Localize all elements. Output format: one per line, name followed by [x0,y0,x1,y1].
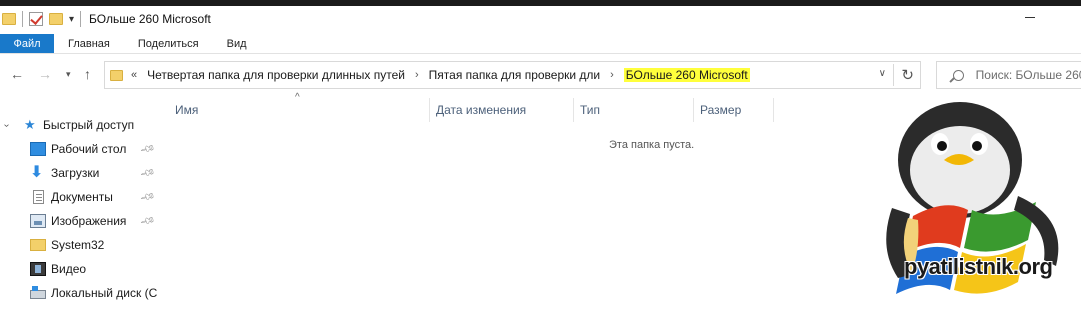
expand-chevron-icon[interactable]: › [1,123,12,126]
title-bar: ▾ БОльше 260 Microsoft [0,0,1081,34]
star-icon: ★ [24,117,36,132]
tab-view[interactable]: Вид [213,34,261,53]
sidebar-item-label: Быстрый доступ [43,118,135,132]
breadcrumb-item[interactable]: Четвертая папка для проверки длинных пут… [147,68,405,82]
refresh-icon[interactable]: ↻ [901,66,914,84]
desktop-icon [30,142,46,156]
sidebar-item-pictures[interactable]: Изображения 📌︎ [0,209,160,233]
sidebar-item-label: Локальный диск (C [51,286,158,300]
up-arrow-icon[interactable]: ↑ [84,66,91,82]
watermark-text: pyatilistnik.org [904,254,1053,279]
search-icon [953,69,964,81]
sidebar-item-label: Документы [51,190,113,204]
search-input[interactable]: Поиск: БОльше 260 [976,68,1081,82]
customize-toolbar-chevron-icon[interactable]: ▾ [69,14,74,25]
sidebar-item-label: Рабочий стол [51,142,127,156]
forward-arrow-icon[interactable]: → [38,66,52,82]
address-bar[interactable]: « Четвертая папка для проверки длинных п… [104,61,921,89]
address-divider [893,64,894,86]
breadcrumb-separator-icon[interactable]: › [415,69,419,81]
pin-icon[interactable]: 📌︎ [139,141,156,157]
ribbon-tabs: Файл Главная Поделиться Вид [0,34,1081,54]
sidebar-item-documents[interactable]: Документы 📌︎ [0,185,160,209]
sidebar-item-label: Изображения [51,214,127,228]
breadcrumb-overflow[interactable]: « [131,69,137,81]
column-name[interactable]: Имя [169,98,430,122]
column-size[interactable]: Размер [694,98,774,122]
minimize-icon[interactable] [1025,17,1035,18]
sidebar-item-local-disk[interactable]: Локальный диск (C [0,281,160,305]
address-history-chevron-icon[interactable]: ∨ [879,68,886,79]
navigation-pane: › ★ Быстрый доступ Рабочий стол 📌︎ ⬇ Заг… [0,113,160,313]
window-title: БОльше 260 Microsoft [89,12,211,26]
new-folder-icon[interactable] [49,13,63,25]
folder-icon [30,239,46,251]
sidebar-item-system32[interactable]: System32 [0,233,160,257]
navigation-bar: ← → ▾ ↑ « Четвертая папка для проверки д… [0,60,1081,90]
disk-icon [30,286,46,299]
folder-icon [110,69,123,81]
sidebar-item-label: Загрузки [51,166,100,180]
toolbar-divider [22,11,23,27]
folder-icon[interactable] [2,13,16,25]
documents-icon [33,190,44,204]
tab-file[interactable]: Файл [0,34,54,53]
search-box[interactable]: Поиск: БОльше 260 [936,61,1081,89]
sidebar-item-quick-access[interactable]: › ★ Быстрый доступ [0,113,160,137]
breadcrumb-item[interactable]: Пятая папка для проверки дли [429,68,600,82]
toolbar-divider [80,11,82,27]
tab-home[interactable]: Главная [54,34,124,53]
sidebar-item-video[interactable]: Видео [0,257,160,281]
column-type[interactable]: Тип [574,98,694,122]
downloads-icon: ⬇ [30,164,44,181]
window-top-edge [0,0,1081,6]
tab-share[interactable]: Поделиться [124,34,213,53]
pin-icon[interactable]: 📌︎ [139,213,156,229]
pin-icon[interactable]: 📌︎ [139,165,156,181]
pictures-icon [30,214,46,228]
recent-locations-chevron-icon[interactable]: ▾ [66,69,71,80]
quick-access-toolbar: ▾ [0,11,82,27]
breadcrumb-separator-icon[interactable]: › [610,69,614,81]
sidebar-item-downloads[interactable]: ⬇ Загрузки 📌︎ [0,161,160,185]
sidebar-item-label: System32 [51,238,105,252]
sidebar-item-label: Видео [51,262,87,276]
sidebar-item-desktop[interactable]: Рабочий стол 📌︎ [0,137,160,161]
back-arrow-icon[interactable]: ← [10,66,24,82]
breadcrumb-current[interactable]: БОльше 260 Microsoft [623,68,750,82]
video-icon [30,262,46,276]
pin-icon[interactable]: 📌︎ [139,189,156,205]
column-date-modified[interactable]: Дата изменения [430,98,574,122]
properties-check-icon[interactable] [29,12,43,26]
empty-folder-message: Эта папка пуста. [609,139,695,151]
